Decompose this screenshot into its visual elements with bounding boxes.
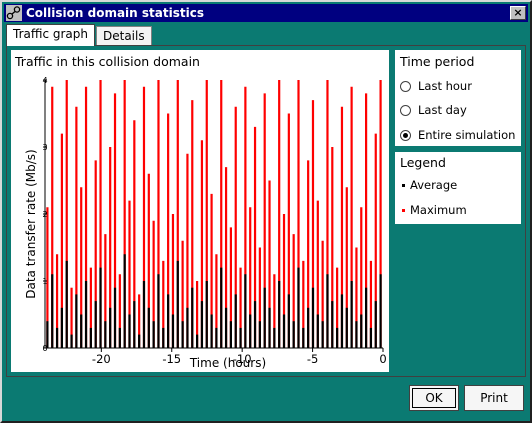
radio-entire-simulation[interactable]: Entire simulation [400,128,515,142]
radio-button[interactable] [400,80,411,92]
dialog-window: Collision domain statistics × Traffic gr… [0,0,532,423]
title-bar[interactable]: Collision domain statistics × [4,4,528,22]
x-tick-label: -15 [162,352,181,366]
traffic-chart: 01234-20 -15 -10 -5 0Time (hours)Data transf… [24,76,387,370]
radio-last-hour[interactable]: Last hour [400,79,472,93]
close-icon: × [513,6,523,19]
radio-last-day[interactable]: Last day [400,103,467,117]
x-tick-label: -20 [92,352,111,366]
legend-box: Legend Average Maximum [395,152,521,224]
tab-details[interactable]: Details [96,26,152,46]
y-tick-label: 2 [42,210,47,219]
close-button[interactable]: × [510,6,526,20]
y-tick-label: 3 [42,143,47,152]
y-axis-label: Data transfer rate (Mb/s) [24,149,38,299]
radio-label: Last hour [418,79,472,93]
time-period-heading: Time period [400,54,475,69]
y-tick-label: 1 [42,277,47,286]
y-tick-label: 4 [42,76,47,85]
radio-label: Last day [418,103,467,117]
legend-heading: Legend [400,155,446,170]
legend-swatch [402,208,405,212]
time-period-box: Time period Last hour Last day Entire si… [395,50,521,146]
tab-panel: Traffic in this collision domain 0 1 2 3 4 -2… [6,45,526,377]
y-tick-label: 0 [42,344,47,353]
legend-swatch [402,183,405,187]
legend-item-maximum: Maximum [402,203,467,217]
print-button[interactable]: Print [464,385,524,411]
ok-button[interactable]: OK [409,385,459,411]
x-axis-label: Time (hours) [189,356,266,370]
traffic-graph-panel: Traffic in this collision domain 0 1 2 3 4 -2… [11,50,389,372]
window-title: Collision domain statistics [26,6,204,20]
tab-traffic-graph[interactable]: Traffic graph [6,24,95,46]
radio-button[interactable] [400,129,411,141]
legend-label: Average [410,178,458,192]
x-tick-label: 0 [379,352,386,366]
tab-strip: Traffic graph Details [6,24,153,46]
legend-item-average: Average [402,178,457,192]
network-nodes-icon [6,5,22,21]
x-tick-label: -5 [307,352,318,366]
legend-label: Maximum [410,203,467,217]
radio-label: Entire simulation [418,128,516,142]
radio-button[interactable] [400,104,411,116]
